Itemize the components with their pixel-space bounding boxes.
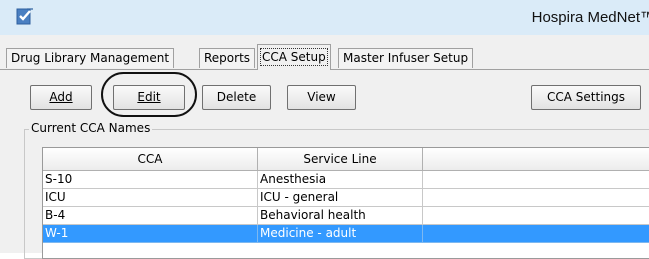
- delete-button-label: Delete: [216, 90, 257, 104]
- add-button-label: Add: [49, 90, 73, 104]
- tab-reports[interactable]: Reports: [199, 48, 256, 68]
- delete-button[interactable]: Delete: [202, 85, 271, 110]
- highlight-circle: [101, 72, 197, 117]
- cca-setup-panel: Add Edit Delete View CCA Settings Curren…: [0, 69, 649, 259]
- tab-label: Reports: [204, 51, 251, 65]
- tab-cca-setup[interactable]: CCA Setup: [257, 44, 331, 70]
- table-header: CCA Service Line: [43, 148, 649, 171]
- cell-empty: [423, 189, 649, 207]
- tab-label: Master Infuser Setup: [343, 51, 469, 65]
- cca-settings-button-label: CCA Settings: [547, 90, 625, 104]
- view-button-label: View: [307, 90, 336, 104]
- cell-empty: [423, 207, 649, 225]
- column-header-empty: [423, 148, 649, 171]
- app-title: Hospira MedNet™: [531, 9, 649, 26]
- cell-cca: B-4: [43, 207, 258, 225]
- cell-empty: [423, 171, 649, 189]
- title-bar: Hospira MedNet™: [0, 0, 649, 35]
- cell-service-line: Medicine - adult: [258, 225, 423, 243]
- tab-drug-library-management[interactable]: Drug Library Management: [6, 48, 175, 68]
- cell-cca: S-10: [43, 171, 258, 189]
- table-row[interactable]: S-10 Anesthesia: [43, 171, 649, 189]
- cell-service-line: ICU - general: [258, 189, 423, 207]
- cell-empty: [423, 225, 649, 243]
- cell-service-line: Behavioral health: [258, 207, 423, 225]
- column-header-service-line[interactable]: Service Line: [258, 148, 423, 171]
- cell-cca: W-1: [43, 225, 258, 243]
- tab-master-infuser-setup[interactable]: Master Infuser Setup: [338, 48, 474, 68]
- tab-label: CCA Setup: [260, 48, 328, 66]
- view-button[interactable]: View: [287, 85, 356, 110]
- add-button[interactable]: Add: [30, 85, 92, 110]
- table-row[interactable]: B-4 Behavioral health: [43, 207, 649, 225]
- column-header-cca[interactable]: CCA: [43, 148, 258, 171]
- checklist-logo-icon: [16, 8, 33, 25]
- table-row[interactable]: ICU ICU - general: [43, 189, 649, 207]
- table-row-selected[interactable]: W-1 Medicine - adult: [43, 225, 649, 243]
- cca-table: CCA Service Line S-10 Anesthesia ICU ICU…: [42, 147, 649, 259]
- tab-label: Drug Library Management: [11, 51, 170, 65]
- tab-bar: Drug Library Management Reports CCA Setu…: [0, 35, 649, 70]
- cca-settings-button[interactable]: CCA Settings: [531, 85, 641, 110]
- cell-service-line: Anesthesia: [258, 171, 423, 189]
- group-label: Current CCA Names: [29, 121, 153, 135]
- cell-cca: ICU: [43, 189, 258, 207]
